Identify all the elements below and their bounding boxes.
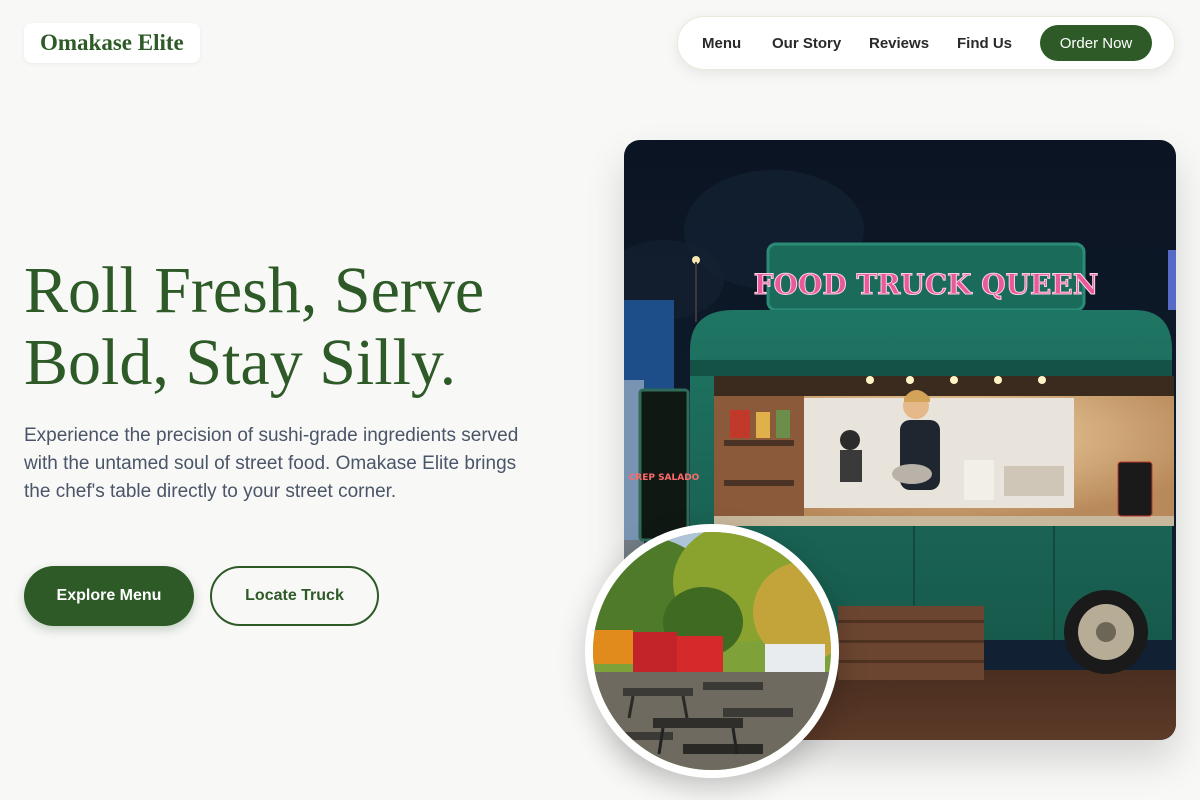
explore-menu-button[interactable]: Explore Menu: [24, 566, 194, 626]
truck-park-illustration: [593, 532, 831, 770]
truck-sign-text: FOOD TRUCK QUEEN: [754, 268, 1099, 301]
nav-link-menu[interactable]: Menu: [702, 17, 741, 69]
food-truck-park-photo: [585, 524, 839, 778]
side-board-text: CREP SALADO: [629, 473, 700, 483]
headline-line-1: Roll Fresh, Serve: [24, 254, 485, 327]
nav-link-our-story[interactable]: Our Story: [772, 17, 841, 69]
brand-logo[interactable]: Omakase Elite: [24, 23, 200, 63]
nav-link-find-us[interactable]: Find Us: [957, 17, 1012, 69]
locate-truck-button[interactable]: Locate Truck: [210, 566, 379, 626]
order-now-button[interactable]: Order Now: [1040, 25, 1152, 61]
main-nav: Menu Our Story Reviews Find Us Order Now: [677, 16, 1175, 70]
nav-link-reviews[interactable]: Reviews: [869, 17, 929, 69]
hero-description: Experience the precision of sushi-grade …: [24, 425, 519, 502]
headline-line-2: Bold, Stay Silly.: [24, 326, 457, 399]
hero-headline: Roll Fresh, Serve Bold, Stay Silly.: [24, 255, 584, 399]
